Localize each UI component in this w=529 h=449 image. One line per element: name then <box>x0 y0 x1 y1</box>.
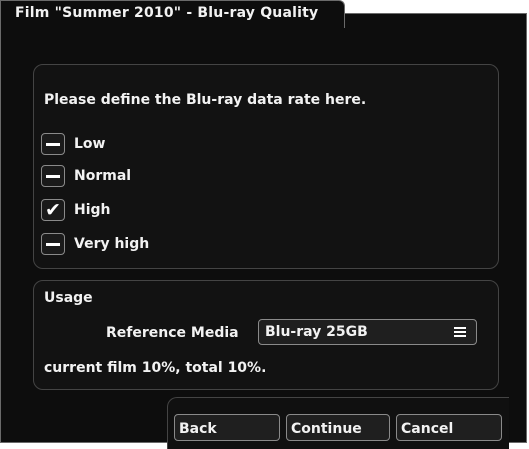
quality-prompt: Please define the Blu-ray data rate here… <box>44 92 367 108</box>
checkbox-low[interactable] <box>41 133 65 155</box>
option-low[interactable]: Low <box>41 132 105 156</box>
option-label-low: Low <box>74 136 106 152</box>
dash-icon <box>46 174 60 178</box>
usage-panel: Usage Reference Media Blu-ray 25GB curre… <box>33 280 499 390</box>
usage-title: Usage <box>44 290 93 306</box>
reference-media-value: Blu-ray 25GB <box>265 324 368 340</box>
option-normal[interactable]: Normal <box>41 164 131 188</box>
reference-media-label: Reference Media <box>106 325 239 341</box>
checkbox-high[interactable]: ✔ <box>41 199 65 221</box>
option-high[interactable]: ✔ High <box>41 198 111 222</box>
button-bar: Back Continue Cancel <box>167 397 509 449</box>
option-label-high: High <box>74 202 111 218</box>
dialog-window: Please define the Blu-ray data rate here… <box>0 13 527 449</box>
checkmark-icon: ✔ <box>45 199 61 221</box>
window-title: Film "Summer 2010" - Blu-ray Quality <box>0 0 345 28</box>
back-button[interactable]: Back <box>174 414 280 441</box>
option-label-normal: Normal <box>74 168 132 184</box>
reference-media-select[interactable]: Blu-ray 25GB <box>258 319 477 345</box>
dash-icon <box>46 142 60 146</box>
menu-icon <box>454 327 466 337</box>
quality-panel: Please define the Blu-ray data rate here… <box>33 64 499 269</box>
dash-icon <box>46 242 60 246</box>
usage-status: current film 10%, total 10%. <box>44 360 267 376</box>
option-label-very-high: Very high <box>74 236 150 252</box>
option-very-high[interactable]: Very high <box>41 232 149 256</box>
continue-button[interactable]: Continue <box>286 414 390 441</box>
cancel-button[interactable]: Cancel <box>396 414 502 441</box>
checkbox-normal[interactable] <box>41 165 65 187</box>
checkbox-very-high[interactable] <box>41 233 65 255</box>
